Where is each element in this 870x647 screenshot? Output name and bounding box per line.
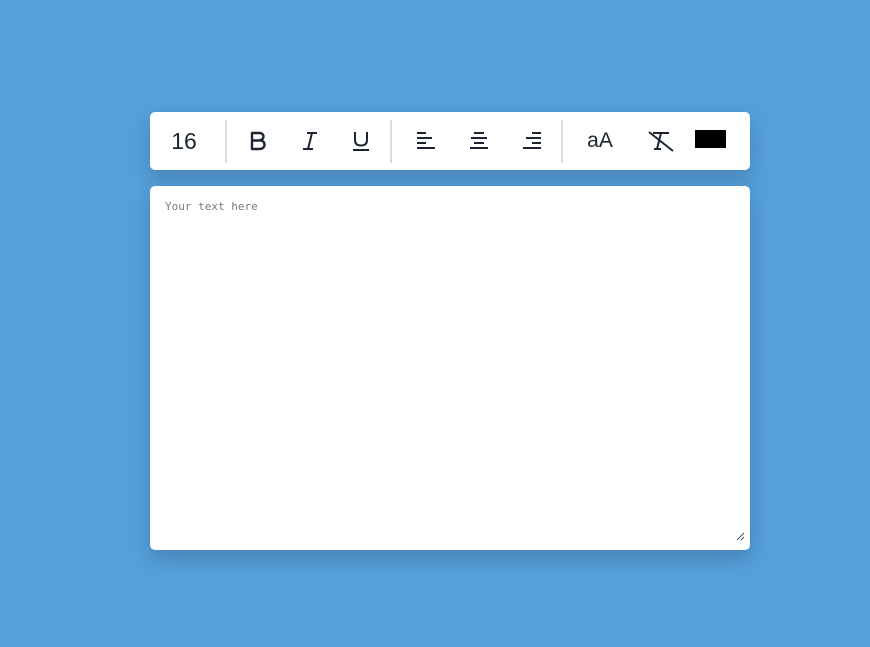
text-editor-panel bbox=[150, 186, 750, 550]
change-case-button[interactable]: aA bbox=[583, 124, 617, 158]
toolbar-divider bbox=[390, 120, 392, 163]
align-left-button[interactable] bbox=[409, 124, 443, 158]
text-editor-textarea[interactable] bbox=[150, 186, 750, 550]
font-size-input[interactable] bbox=[160, 125, 208, 157]
align-center-button[interactable] bbox=[462, 124, 496, 158]
italic-icon bbox=[303, 132, 317, 150]
toolbar-divider bbox=[225, 120, 227, 163]
bold-button[interactable] bbox=[241, 124, 275, 158]
align-center-icon bbox=[470, 132, 488, 149]
remove-format-icon bbox=[648, 131, 674, 152]
align-left-icon bbox=[417, 132, 435, 149]
resize-grip-icon[interactable] bbox=[735, 531, 745, 541]
italic-button[interactable] bbox=[293, 124, 327, 158]
change-case-label: aA bbox=[587, 129, 613, 152]
text-color-swatch[interactable] bbox=[695, 130, 726, 148]
underline-button[interactable] bbox=[344, 124, 378, 158]
formatting-toolbar: aA bbox=[150, 112, 750, 170]
underline-icon bbox=[353, 132, 369, 151]
bold-icon bbox=[250, 131, 266, 151]
clear-format-button[interactable] bbox=[644, 124, 678, 158]
align-right-button[interactable] bbox=[515, 124, 549, 158]
toolbar-divider bbox=[561, 120, 563, 163]
align-right-icon bbox=[523, 132, 541, 149]
